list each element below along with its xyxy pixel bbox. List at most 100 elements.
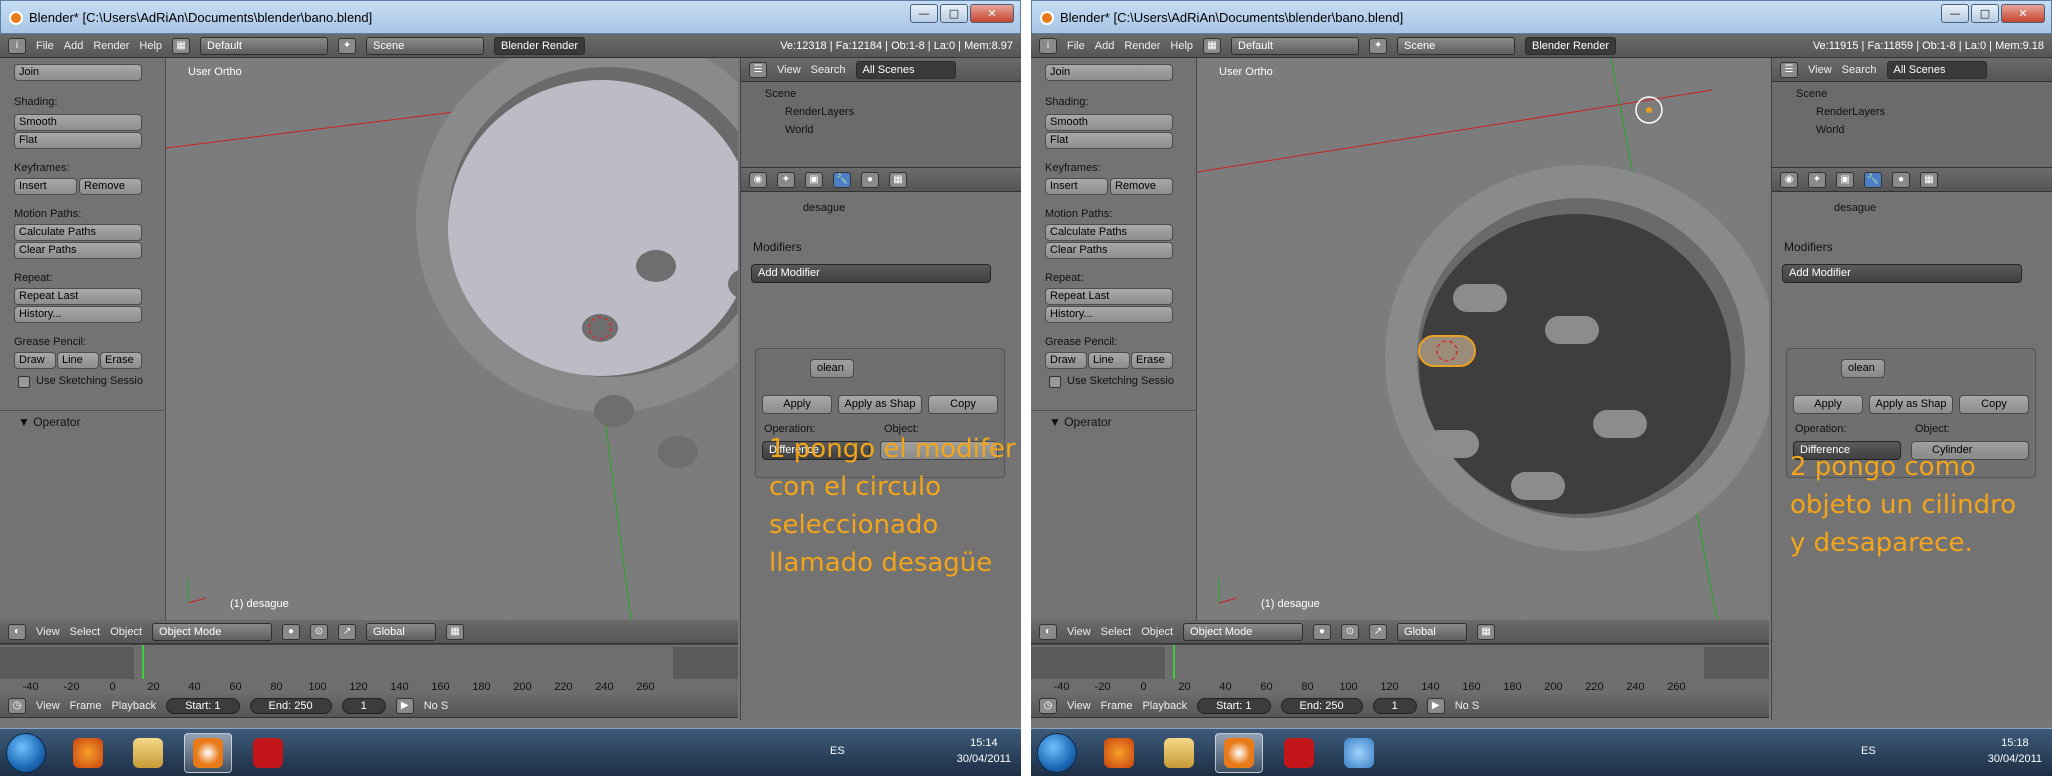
timeline-editor-icon[interactable]: ◷ [8,697,26,714]
explorer-taskbar-icon[interactable] [1155,733,1203,773]
play-controls-icon[interactable]: ▶ [395,697,414,714]
shading-mode-icon[interactable]: ● [1313,623,1332,640]
menu-add[interactable]: Add [64,40,84,52]
system-clock[interactable]: 15:18 30/04/2011 [1988,735,2042,767]
erase-button[interactable]: Erase [100,352,142,369]
pivot-icon[interactable]: ⊙ [1341,623,1360,640]
material-tab-icon[interactable]: ● [1892,171,1910,188]
texture-tab-icon[interactable]: ▦ [1920,171,1938,188]
modifiers-panel-heading[interactable]: Modifiers [753,240,802,254]
manipulator-icon[interactable]: ↗ [338,623,357,640]
calculate-paths-button[interactable]: Calculate Paths [14,224,142,241]
manipulator-icon[interactable]: ↗ [1369,623,1388,640]
close-button[interactable]: ✕ [2001,4,2045,23]
smooth-button[interactable]: Smooth [1045,114,1173,131]
apply-as-shape-button[interactable]: Apply as Shap [838,395,922,414]
draw-button[interactable]: Draw [1045,352,1087,369]
outliner-editor-icon[interactable]: ☰ [749,61,767,78]
start-frame-field[interactable]: Start: 1 [166,697,240,714]
layout-selector[interactable]: Default [200,36,329,55]
close-button[interactable]: ✕ [970,4,1014,23]
object-menu[interactable]: Object [1141,626,1173,638]
menu-render[interactable]: Render [93,40,129,52]
outliner-view-menu[interactable]: View [1808,64,1832,76]
outliner-search-menu[interactable]: Search [811,64,846,76]
timeline-view-menu[interactable]: View [1067,700,1091,712]
language-indicator[interactable]: ES [1861,745,1876,757]
use-sketching-checkbox[interactable] [18,376,30,388]
firefox-taskbar-icon[interactable] [64,733,112,773]
outliner-world[interactable]: World [1816,124,1845,136]
add-modifier-dropdown[interactable]: Add Modifier [751,264,991,283]
outliner-view-menu[interactable]: View [777,64,801,76]
erase-button[interactable]: Erase [1131,352,1173,369]
menu-help[interactable]: Help [139,40,162,52]
firefox-taskbar-icon[interactable] [1095,733,1143,773]
object-tab-icon[interactable]: ▣ [805,171,823,188]
menu-file[interactable]: File [36,40,54,52]
start-button[interactable] [6,733,46,773]
scene-icon[interactable]: ✦ [338,37,357,54]
timeline-playback-menu[interactable]: Playback [111,700,156,712]
modifier-tab-icon[interactable]: 🔧 [1864,171,1882,188]
copy-button[interactable]: Copy [928,395,998,414]
modifier-name-field[interactable]: olean [1841,359,1885,378]
join-button[interactable]: Join [14,64,142,81]
blender-taskbar-icon[interactable] [1215,733,1263,773]
end-frame-field[interactable]: End: 250 [1280,697,1363,714]
menu-file[interactable]: File [1067,40,1085,52]
line-button[interactable]: Line [1088,352,1130,369]
modifiers-panel-heading[interactable]: Modifiers [1784,240,1833,254]
paint-taskbar-icon[interactable] [1335,733,1383,773]
layout-selector[interactable]: Default [1231,36,1360,55]
minimize-button[interactable]: — [1941,4,1969,23]
repeat-last-button[interactable]: Repeat Last [14,288,142,305]
system-clock[interactable]: 15:14 30/04/2011 [957,735,1011,767]
current-frame-field[interactable]: 1 [341,697,386,714]
sync-mode-label[interactable]: No S [1455,700,1479,712]
timeline[interactable]: -40 -20 0 20 40 60 80 100 120 140 160 18… [1031,644,1769,694]
screen-layout-icon[interactable]: ▦ [172,37,191,54]
outliner-renderlayers[interactable]: RenderLayers [1816,106,1885,118]
texture-tab-icon[interactable]: ▦ [889,171,907,188]
render-engine-selector[interactable]: Blender Render [494,36,586,55]
repeat-last-button[interactable]: Repeat Last [1045,288,1173,305]
timeline-frame-menu[interactable]: Frame [70,700,102,712]
draw-button[interactable]: Draw [14,352,56,369]
modifier-name-field[interactable]: olean [810,359,854,378]
scene-icon[interactable]: ✦ [1369,37,1388,54]
flat-button[interactable]: Flat [14,132,142,149]
shading-mode-icon[interactable]: ● [282,623,301,640]
material-tab-icon[interactable]: ● [861,171,879,188]
apply-button[interactable]: Apply [1793,395,1863,414]
outliner-editor-icon[interactable]: ☰ [1780,61,1798,78]
outliner-search-menu[interactable]: Search [1842,64,1877,76]
history-button[interactable]: History... [1045,306,1173,323]
scene-tab-icon[interactable]: ✦ [777,171,795,188]
info-editor-icon[interactable]: i [1039,37,1057,54]
orientation-selector[interactable]: Global [366,622,437,641]
outliner-filter-selector[interactable]: All Scenes [1886,60,1987,79]
render-tab-icon[interactable]: ◉ [749,171,767,188]
mode-selector[interactable]: Object Mode [152,622,273,641]
timeline-editor-icon[interactable]: ◷ [1039,697,1057,714]
timeline-playback-menu[interactable]: Playback [1142,700,1187,712]
clear-paths-button[interactable]: Clear Paths [1045,242,1173,259]
insert-keyframe-button[interactable]: Insert [1045,178,1108,195]
add-modifier-dropdown[interactable]: Add Modifier [1782,264,2022,283]
use-sketching-checkbox[interactable] [1049,376,1061,388]
editor-type-icon[interactable]: ◐ [1039,623,1057,640]
play-controls-icon[interactable]: ▶ [1426,697,1445,714]
view-menu[interactable]: View [36,626,60,638]
mode-selector[interactable]: Object Mode [1183,622,1304,641]
menu-render[interactable]: Render [1124,40,1160,52]
current-frame-field[interactable]: 1 [1372,697,1417,714]
acrobat-taskbar-icon[interactable] [244,733,292,773]
3d-viewport[interactable]: User Ortho (1) desague [1197,58,1769,620]
start-button[interactable] [1037,733,1077,773]
layers-icon[interactable]: ▦ [446,623,465,640]
history-button[interactable]: History... [14,306,142,323]
timeline[interactable]: -40 -20 0 20 40 60 80 100 120 140 160 18… [0,644,738,694]
start-frame-field[interactable]: Start: 1 [1197,697,1271,714]
object-menu[interactable]: Object [110,626,142,638]
